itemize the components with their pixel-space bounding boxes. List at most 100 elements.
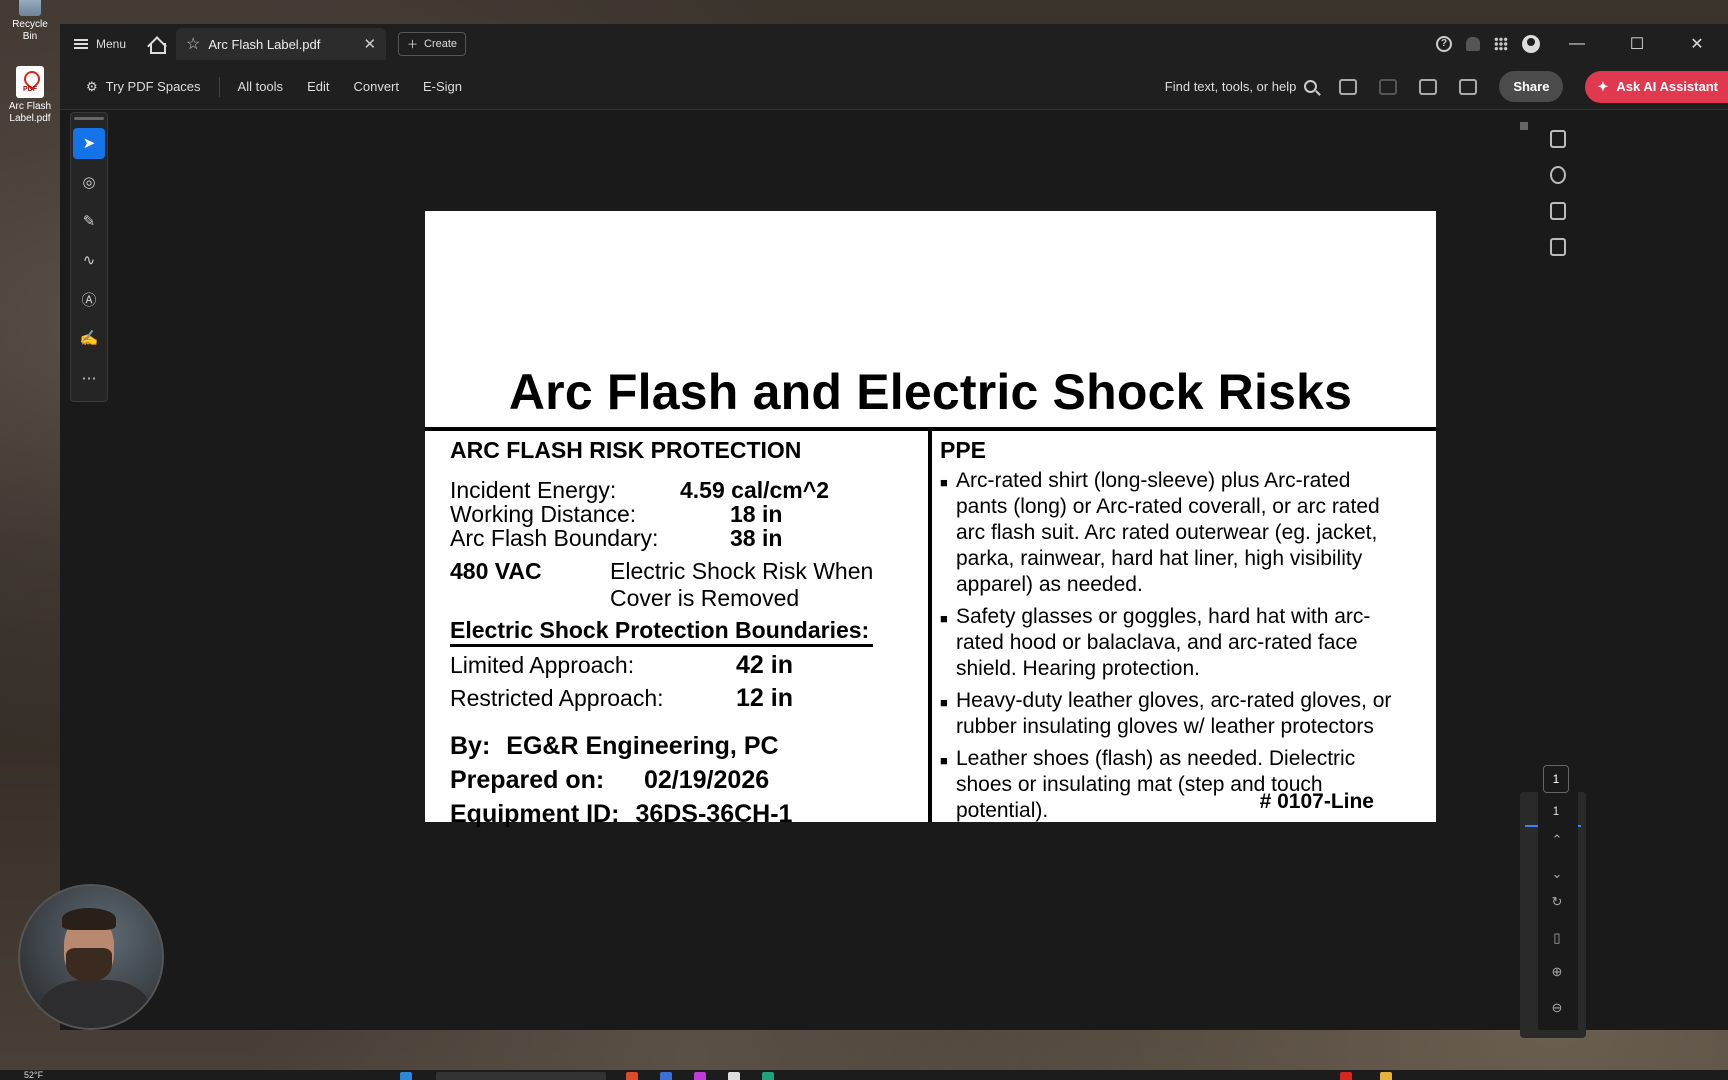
print-icon[interactable] bbox=[1459, 78, 1478, 95]
select-tool-icon[interactable]: ➤ bbox=[73, 127, 105, 159]
ai-assistant-button[interactable]: ✦ Ask AI Assistant bbox=[1585, 70, 1728, 103]
rail-drag-handle[interactable] bbox=[74, 117, 104, 120]
taskbar-app-icon[interactable] bbox=[694, 1072, 706, 1080]
current-page-number[interactable]: 1 bbox=[1543, 765, 1569, 793]
notifications-icon[interactable] bbox=[1466, 37, 1480, 51]
vertical-scrollbar[interactable] bbox=[1518, 116, 1530, 1026]
recycle-bin-icon bbox=[19, 0, 41, 16]
highlight-tool-icon[interactable]: ✎ bbox=[73, 206, 105, 237]
ai-assistant-label: Ask AI Assistant bbox=[1616, 79, 1718, 94]
ppe-item-text: Heavy-duty leather gloves, arc-rated glo… bbox=[956, 689, 1392, 738]
bullet-icon: ■ bbox=[940, 695, 948, 710]
taskbar-app-icon[interactable] bbox=[660, 1072, 672, 1080]
bookmarks-panel-icon[interactable] bbox=[1550, 202, 1566, 220]
voltage-value: 480 VAC bbox=[450, 558, 542, 584]
taskbar-folder-icon[interactable] bbox=[1380, 1072, 1392, 1080]
create-button[interactable]: ＋ Create bbox=[398, 32, 467, 56]
desktop-icon-label: Recycle Bin bbox=[12, 19, 48, 42]
read-aloud-icon[interactable] bbox=[1339, 78, 1358, 95]
weather-temperature[interactable]: 52°F bbox=[24, 1070, 43, 1080]
menu-button[interactable]: Menu bbox=[74, 37, 126, 51]
help-icon[interactable]: ? bbox=[1436, 36, 1452, 52]
search-box[interactable]: Find text, tools, or help bbox=[1165, 79, 1318, 94]
more-tools-icon[interactable]: ⋯ bbox=[73, 362, 105, 393]
fit-page-icon[interactable]: ▯ bbox=[1550, 930, 1564, 945]
menu-all-tools[interactable]: All tools bbox=[238, 79, 284, 94]
taskbar-search-icon[interactable] bbox=[436, 1072, 606, 1080]
label-title: Arc Flash and Electric Shock Risks bbox=[508, 364, 1353, 420]
comments-panel-icon[interactable] bbox=[1550, 130, 1566, 148]
taskbar-app-icon[interactable] bbox=[626, 1072, 638, 1080]
shock-boundaries-heading: Electric Shock Protection Boundaries: bbox=[450, 616, 873, 647]
ppe-item: ■ Safety glasses or goggles, hard hat wi… bbox=[940, 604, 1420, 682]
arc-flash-section-title: ARC FLASH RISK PROTECTION bbox=[450, 437, 802, 463]
start-icon[interactable] bbox=[400, 1072, 412, 1080]
restricted-approach-label: Restricted Approach: bbox=[450, 685, 664, 711]
comment-tool-icon[interactable]: ◎ bbox=[73, 167, 105, 198]
pages-panel-icon[interactable] bbox=[1550, 238, 1566, 256]
attachments-panel-icon[interactable] bbox=[1550, 166, 1566, 184]
close-window-icon[interactable]: ✕ bbox=[1674, 34, 1720, 54]
page-down-icon[interactable]: ⌄ bbox=[1550, 866, 1564, 881]
ppe-column: PPE ■ Arc-rated shirt (long-sleeve) plus… bbox=[940, 437, 1420, 830]
ppe-list: ■ Arc-rated shirt (long-sleeve) plus Arc… bbox=[940, 468, 1420, 824]
pdf-spaces-label: Try PDF Spaces bbox=[105, 79, 201, 94]
by-label: By: bbox=[450, 732, 491, 760]
voltage-row: 480 VAC Electric Shock Risk When Cover i… bbox=[450, 558, 920, 612]
desktop-icon-recycle-bin[interactable]: Recycle Bin bbox=[4, 0, 56, 43]
toolbar-right: Find text, tools, or help Share ✦ Ask AI… bbox=[1165, 70, 1728, 103]
apps-grid-icon[interactable] bbox=[1494, 37, 1508, 51]
tab-title: Arc Flash Label.pdf bbox=[208, 36, 321, 52]
zoom-out-icon[interactable]: ⊖ bbox=[1550, 1000, 1564, 1015]
arc-flash-values: Incident Energy: 4.59 cal/cm^2 Working D… bbox=[450, 478, 920, 550]
maximize-icon[interactable]: ☐ bbox=[1614, 34, 1660, 54]
rotate-icon[interactable]: ↻ bbox=[1550, 894, 1564, 909]
bullet-icon: ■ bbox=[940, 475, 948, 490]
incident-energy-row: Incident Energy: 4.59 cal/cm^2 bbox=[450, 478, 920, 502]
preparer-block: By: EG&R Engineering, PC Prepared on: 02… bbox=[450, 729, 920, 831]
menu-convert[interactable]: Convert bbox=[353, 79, 399, 94]
pdf-page: Arc Flash and Electric Shock Risks ARC F… bbox=[425, 211, 1436, 828]
webcam-overlay bbox=[18, 884, 164, 1030]
hamburger-icon bbox=[74, 39, 88, 49]
tab-document[interactable]: ☆ Arc Flash Label.pdf ✕ bbox=[176, 28, 387, 60]
ppe-item-text: Safety glasses or goggles, hard hat with… bbox=[956, 605, 1371, 680]
text-box-tool-icon[interactable]: Ⓐ bbox=[73, 284, 105, 315]
prepared-on-row: Prepared on: 02/19/2026 bbox=[450, 763, 920, 797]
equipment-id-value: 36DS-36CH-1 bbox=[635, 800, 793, 828]
menu-esign[interactable]: E-Sign bbox=[423, 79, 462, 94]
pdf-spaces-icon: ⚙ bbox=[86, 78, 98, 94]
pdf-spaces-button[interactable]: ⚙ Try PDF Spaces bbox=[86, 79, 201, 95]
desktop-icon-pdf-file[interactable]: Arc Flash Label.pdf bbox=[4, 66, 56, 125]
close-tab-icon[interactable]: ✕ bbox=[363, 35, 376, 53]
total-pages: 1 bbox=[1552, 804, 1560, 818]
account-icon[interactable] bbox=[1522, 35, 1540, 53]
working-distance-value: 18 in bbox=[730, 501, 783, 527]
toolbar-menu: All tools Edit Convert E-Sign bbox=[238, 79, 463, 94]
save-icon[interactable] bbox=[1379, 78, 1398, 95]
by-value: EG&R Engineering, PC bbox=[506, 732, 779, 760]
taskbar-app-icon[interactable] bbox=[762, 1072, 774, 1080]
upload-cloud-icon[interactable] bbox=[1419, 78, 1438, 95]
document-viewer[interactable]: Arc Flash and Electric Shock Risks ARC F… bbox=[120, 112, 1586, 1038]
home-icon[interactable] bbox=[148, 36, 167, 54]
arc-flash-protection-column: ARC FLASH RISK PROTECTION Incident Energ… bbox=[450, 437, 920, 831]
menu-edit[interactable]: Edit bbox=[307, 79, 329, 94]
taskbar-app-icon[interactable] bbox=[728, 1072, 740, 1080]
page-up-icon[interactable]: ⌃ bbox=[1550, 832, 1564, 847]
ai-assistant-icon: ✦ bbox=[1597, 78, 1609, 94]
label-vertical-rule bbox=[928, 431, 932, 822]
desktop-icon-label: Arc Flash Label.pdf bbox=[8, 101, 52, 124]
bullet-icon: ■ bbox=[940, 753, 948, 768]
minimize-icon[interactable]: — bbox=[1554, 35, 1600, 53]
ppe-item-text: Arc-rated shirt (long-sleeve) plus Arc-r… bbox=[956, 469, 1380, 596]
share-button[interactable]: Share bbox=[1499, 71, 1564, 102]
search-text: Find text, tools, or help bbox=[1164, 79, 1297, 94]
star-icon[interactable]: ☆ bbox=[186, 34, 200, 54]
zoom-in-icon[interactable]: ⊕ bbox=[1550, 964, 1564, 979]
scrollbar-thumb[interactable] bbox=[1520, 122, 1528, 130]
sign-tool-icon[interactable]: ✍ bbox=[73, 323, 105, 354]
draw-tool-icon[interactable]: ∿ bbox=[73, 245, 105, 276]
taskbar-acrobat-icon[interactable] bbox=[1340, 1072, 1352, 1080]
restricted-approach-value: 12 in bbox=[736, 684, 793, 712]
